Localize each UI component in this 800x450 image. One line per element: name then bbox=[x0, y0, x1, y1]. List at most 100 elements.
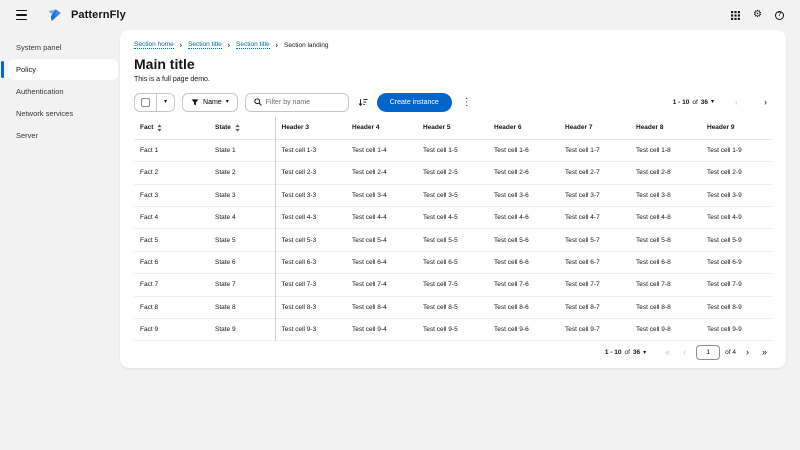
brand-name: PatternFly bbox=[71, 9, 126, 21]
search-icon bbox=[254, 98, 262, 106]
table-cell: Test cell 9-5 bbox=[417, 319, 488, 341]
sort-button[interactable] bbox=[356, 98, 370, 107]
table-cell: Test cell 8-7 bbox=[559, 296, 630, 318]
sort-amount-icon bbox=[358, 98, 368, 107]
table-cell: Test cell 1-9 bbox=[701, 139, 772, 161]
table-cell: Test cell 5-3 bbox=[275, 229, 346, 251]
table-cell: Test cell 1-3 bbox=[275, 139, 346, 161]
current-page-input[interactable] bbox=[696, 345, 720, 360]
table-cell: Test cell 9-4 bbox=[346, 319, 417, 341]
bulk-select-split-button[interactable]: ▾ bbox=[134, 93, 175, 112]
filter-funnel-icon bbox=[191, 99, 199, 106]
column-header-state[interactable]: State bbox=[209, 117, 275, 139]
pagination-menu-toggle-bottom[interactable]: 1 - 10 of 36 ▾ bbox=[605, 349, 646, 356]
table-cell: State 7 bbox=[209, 274, 275, 296]
sidebar-item-policy[interactable]: Policy bbox=[8, 59, 118, 80]
settings-gear-icon[interactable]: ⚙ bbox=[753, 10, 762, 20]
pagination-of-label: of bbox=[692, 99, 697, 106]
bulk-select-checkbox-segment[interactable] bbox=[135, 94, 157, 111]
table-cell: Test cell 2-6 bbox=[488, 162, 559, 184]
table-cell: Fact 8 bbox=[134, 296, 209, 318]
column-header-label: Header 3 bbox=[282, 124, 309, 131]
table-row: Fact 3State 3Test cell 3-3Test cell 3-4T… bbox=[134, 184, 772, 206]
table-cell: Fact 7 bbox=[134, 274, 209, 296]
next-page-button[interactable]: › bbox=[759, 98, 772, 107]
prev-page-button[interactable]: ‹ bbox=[730, 98, 743, 107]
pagination-range: 1 - 10 bbox=[605, 349, 622, 356]
column-header-header-6: Header 6 bbox=[488, 117, 559, 139]
sidebar-nav: System panelPolicyAuthenticationNetwork … bbox=[0, 30, 120, 450]
pagination-menu-toggle[interactable]: 1 - 10 of 36 ▾ bbox=[673, 99, 714, 106]
column-header-fact[interactable]: Fact bbox=[134, 117, 209, 139]
table-cell: Test cell 8-9 bbox=[701, 296, 772, 318]
kebab-menu-button[interactable]: ⋮ bbox=[459, 97, 475, 108]
column-header-label: Header 7 bbox=[565, 124, 592, 131]
table-cell: Test cell 7-9 bbox=[701, 274, 772, 296]
sidebar-item-authentication[interactable]: Authentication bbox=[8, 81, 118, 102]
sidebar-item-server[interactable]: Server bbox=[8, 125, 118, 146]
sidebar-item-network-services[interactable]: Network services bbox=[8, 103, 118, 124]
table-cell: State 2 bbox=[209, 162, 275, 184]
chevron-down-icon: ▾ bbox=[164, 99, 167, 105]
app-window: PatternFly ⚙ ? System panelPolicyAuthent… bbox=[0, 0, 800, 450]
prev-page-button[interactable]: ‹ bbox=[678, 348, 691, 357]
table-cell: Test cell 7-3 bbox=[275, 274, 346, 296]
table-cell: State 8 bbox=[209, 296, 275, 318]
table-cell: Test cell 6-4 bbox=[346, 251, 417, 273]
table-cell: Test cell 3-9 bbox=[701, 184, 772, 206]
table-cell: Test cell 5-5 bbox=[417, 229, 488, 251]
breadcrumb-current: Section landing bbox=[284, 42, 328, 49]
question-mark-glyph: ? bbox=[775, 11, 784, 20]
first-page-button[interactable]: « bbox=[660, 348, 675, 357]
app-launcher-grid-icon[interactable] bbox=[731, 11, 740, 20]
column-header-header-4: Header 4 bbox=[346, 117, 417, 139]
table-cell: Test cell 3-6 bbox=[488, 184, 559, 206]
next-page-button[interactable]: › bbox=[741, 348, 754, 357]
breadcrumb-link[interactable]: Section title bbox=[236, 41, 270, 49]
column-header-label: Header 5 bbox=[423, 124, 450, 131]
table-row: Fact 7State 7Test cell 7-3Test cell 7-4T… bbox=[134, 274, 772, 296]
table-cell: Test cell 6-5 bbox=[417, 251, 488, 273]
table-cell: Test cell 3-3 bbox=[275, 184, 346, 206]
last-page-button[interactable]: » bbox=[757, 348, 772, 357]
table-cell: Test cell 4-6 bbox=[488, 207, 559, 229]
breadcrumb-link[interactable]: Section home bbox=[134, 41, 174, 49]
breadcrumb-link[interactable]: Section title bbox=[188, 41, 222, 49]
table-cell: Test cell 4-8 bbox=[630, 207, 701, 229]
table-cell: Test cell 6-6 bbox=[488, 251, 559, 273]
column-header-label: Header 4 bbox=[352, 124, 379, 131]
chevron-down-icon: ▾ bbox=[643, 350, 646, 356]
sidebar-item-system-panel[interactable]: System panel bbox=[8, 37, 118, 58]
column-header-header-8: Header 8 bbox=[630, 117, 701, 139]
table-cell: Fact 1 bbox=[134, 139, 209, 161]
table-cell: Test cell 1-8 bbox=[630, 139, 701, 161]
table-cell: Test cell 1-7 bbox=[559, 139, 630, 161]
table-cell: Test cell 9-3 bbox=[275, 319, 346, 341]
table-cell: Test cell 6-8 bbox=[630, 251, 701, 273]
table-cell: Test cell 5-9 bbox=[701, 229, 772, 251]
table-cell: Test cell 8-4 bbox=[346, 296, 417, 318]
table-cell: Fact 5 bbox=[134, 229, 209, 251]
nav-toggle-hamburger-icon[interactable] bbox=[16, 10, 28, 20]
table-cell: Test cell 5-4 bbox=[346, 229, 417, 251]
table-cell: Test cell 9-7 bbox=[559, 319, 630, 341]
table-cell: Test cell 6-3 bbox=[275, 251, 346, 273]
breadcrumb-separator-chevron-icon: › bbox=[276, 41, 278, 49]
total-pages-label: of 4 bbox=[725, 349, 736, 356]
name-filter-dropdown[interactable]: Name ▾ bbox=[182, 93, 238, 112]
column-header-label: Header 8 bbox=[636, 124, 663, 131]
table-cell: State 5 bbox=[209, 229, 275, 251]
bulk-select-caret-segment[interactable]: ▾ bbox=[157, 94, 174, 111]
search-input[interactable]: Filter by name bbox=[245, 93, 349, 112]
chevron-down-icon: ▾ bbox=[711, 99, 714, 105]
table-cell: Test cell 8-5 bbox=[417, 296, 488, 318]
pagination-range: 1 - 10 bbox=[673, 99, 690, 106]
bulk-select-checkbox[interactable] bbox=[141, 98, 150, 107]
help-question-icon[interactable]: ? bbox=[775, 11, 784, 20]
table-cell: Test cell 2-9 bbox=[701, 162, 772, 184]
table-cell: Test cell 7-8 bbox=[630, 274, 701, 296]
pagination-total: 36 bbox=[633, 349, 640, 356]
chevron-down-icon: ▾ bbox=[226, 99, 229, 105]
create-instance-button[interactable]: Create instance bbox=[377, 93, 452, 112]
column-header-label: Header 9 bbox=[707, 124, 734, 131]
